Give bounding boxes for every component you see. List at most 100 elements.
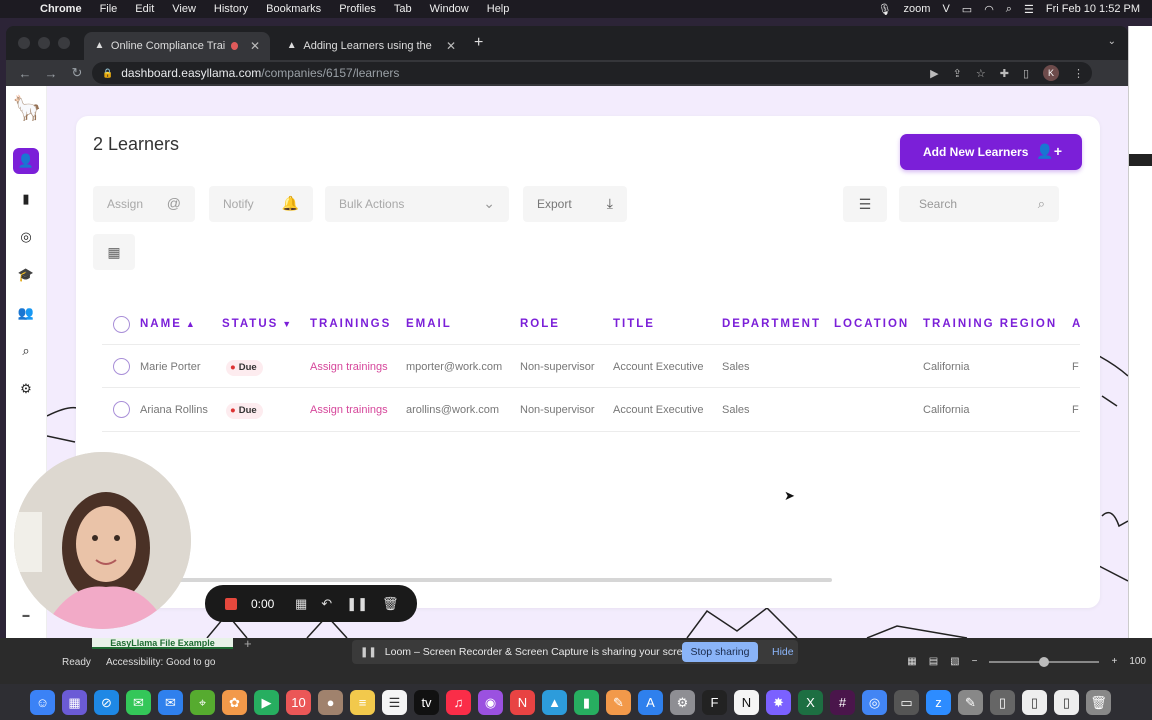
numbers-icon[interactable]: ▮ (574, 689, 599, 715)
reminders-icon[interactable]: ☰ (382, 689, 407, 715)
normal-view-icon[interactable]: ▦ (907, 656, 916, 667)
column-header-trainings[interactable]: TRAININGS (310, 306, 391, 342)
menu-file[interactable]: File (100, 3, 118, 15)
keynote-icon[interactable]: ▲ (542, 689, 567, 715)
microphone-icon[interactable]: 🎙 (878, 3, 892, 16)
mail-icon[interactable]: ✉ (158, 689, 183, 715)
preview-icon[interactable]: ▭ (894, 689, 919, 715)
column-header-title[interactable]: TITLE (613, 306, 655, 342)
messages-icon[interactable]: ✉ (126, 689, 151, 715)
tab-adding-learners[interactable]: ▲ Adding Learners using the File ✕ (276, 32, 466, 60)
zoom-app-icon[interactable]: z (926, 689, 951, 715)
assign-trainings-link[interactable]: Assign trainings (310, 345, 400, 389)
zoom-slider[interactable] (989, 656, 1100, 667)
menu-edit[interactable]: Edit (135, 3, 154, 15)
address-bar[interactable]: 🔒 dashboard.easyllama.com /companies/615… (92, 62, 1092, 84)
menu-tab[interactable]: Tab (394, 3, 412, 15)
column-header-overflow[interactable]: A (1072, 306, 1082, 342)
grid-icon[interactable]: ▦ (295, 596, 307, 612)
column-header-email[interactable]: EMAIL (406, 306, 452, 342)
sheet-tab[interactable]: EasyLlama File Example (92, 638, 233, 649)
select-all-checkbox[interactable] (113, 316, 130, 333)
menubar-clock[interactable]: Fri Feb 10 1:52 PM (1046, 3, 1140, 15)
close-window-button[interactable] (18, 37, 30, 49)
settings-gear-icon[interactable]: ⚙ (13, 376, 39, 402)
close-tab-icon[interactable]: ✕ (446, 39, 456, 53)
trash-icon[interactable]: 🗑 (1086, 689, 1111, 715)
assign-button[interactable]: Assign @ (93, 186, 195, 222)
music-icon[interactable]: ♫ (446, 689, 471, 715)
new-tab-icon[interactable]: + (474, 34, 483, 52)
system-settings-icon[interactable]: ⚙ (670, 689, 695, 715)
column-header-department[interactable]: DEPARTMENT (722, 306, 821, 342)
hide-share-bar-button[interactable]: Hide (772, 640, 794, 664)
search-icon[interactable]: ⌕ (1038, 196, 1045, 212)
zoom-level[interactable]: 100 (1129, 656, 1146, 667)
menu-help[interactable]: Help (487, 3, 510, 15)
close-tab-icon[interactable]: ✕ (250, 39, 260, 53)
minimize-window-button[interactable] (38, 37, 50, 49)
facetime-icon[interactable]: ▶ (254, 689, 279, 715)
pages-icon[interactable]: ✎ (606, 689, 631, 715)
share-icon[interactable]: ⇪ (953, 67, 962, 80)
notify-button[interactable]: Notify 🔔 (209, 186, 313, 222)
cell-name[interactable]: Ariana Rollins (140, 388, 218, 432)
column-header-role[interactable]: ROLE (520, 306, 560, 342)
figma-icon[interactable]: F (702, 689, 727, 715)
cell-name[interactable]: Marie Porter (140, 345, 218, 389)
column-header-name[interactable]: NAME ▲ (140, 306, 197, 342)
search-nav-icon[interactable]: ⌕ (13, 338, 39, 364)
finder-icon[interactable]: ☺ (30, 689, 55, 715)
bulk-actions-dropdown[interactable]: Bulk Actions ⌄ (325, 186, 509, 222)
pause-icon[interactable]: ❚❚ (346, 596, 368, 612)
delete-recording-icon[interactable]: 🗑 (382, 596, 399, 612)
reload-icon[interactable]: ↻ (64, 65, 90, 81)
column-header-training-region[interactable]: TRAINING REGION (923, 306, 1057, 342)
row-select-checkbox[interactable] (113, 358, 130, 375)
tab-search-chevron-icon[interactable]: ⌄ (1108, 36, 1116, 47)
recent-file-icon[interactable]: ▯ (990, 689, 1015, 715)
accessibility-status[interactable]: Accessibility: Good to go (106, 657, 216, 668)
search-input[interactable] (899, 186, 1019, 222)
app-store-icon[interactable]: A (638, 689, 663, 715)
reports-nav-icon[interactable]: ◎ (13, 224, 39, 250)
back-icon[interactable]: ← (12, 66, 38, 81)
safari-icon[interactable]: ⊘ (94, 689, 119, 715)
menu-bookmarks[interactable]: Bookmarks (266, 3, 321, 15)
vpn-icon[interactable]: V (942, 3, 949, 15)
camera-icon[interactable]: ▶ (930, 67, 938, 80)
photos-icon[interactable]: ✿ (222, 689, 247, 715)
document-icon[interactable]: ▯ (1022, 689, 1047, 715)
column-filter-button[interactable]: ☰ (843, 186, 887, 222)
zoom-status[interactable]: zoom (904, 3, 931, 15)
textedit-icon[interactable]: ✎ (958, 689, 983, 715)
bookmark-star-icon[interactable]: ☆ (976, 67, 986, 80)
excel-icon[interactable]: X (798, 689, 823, 715)
add-new-learners-button[interactable]: Add New Learners 👤+ (900, 134, 1082, 170)
menu-view[interactable]: View (172, 3, 196, 15)
calendar-icon[interactable]: 10 (286, 689, 311, 715)
stop-recording-button[interactable] (225, 597, 237, 610)
slack-icon[interactable]: # (830, 689, 855, 715)
side-panel-icon[interactable]: ▯ (1023, 67, 1029, 80)
loom-webcam-bubble[interactable] (14, 452, 191, 629)
profile-avatar[interactable]: K (1043, 65, 1059, 81)
assign-trainings-link[interactable]: Assign trainings (310, 388, 400, 432)
lock-icon[interactable]: 🔒 (102, 68, 113, 79)
page-layout-icon[interactable]: ▤ (929, 656, 938, 667)
launchpad-icon[interactable]: ▦ (62, 689, 87, 715)
row-select-checkbox[interactable] (113, 401, 130, 418)
battery-icon[interactable]: ▭ (962, 3, 972, 16)
export-button[interactable]: Export ⤓ (523, 186, 627, 222)
more-menu-icon[interactable]: ⋮ (1073, 67, 1084, 80)
loom-icon[interactable]: ✸ (766, 689, 791, 715)
restart-icon[interactable]: ↶ (321, 596, 332, 612)
maps-icon[interactable]: ⌖ (190, 689, 215, 715)
control-center-icon[interactable]: ☰ (1024, 3, 1034, 16)
forward-icon[interactable]: → (38, 66, 64, 81)
menu-profiles[interactable]: Profiles (339, 3, 376, 15)
table-row[interactable]: Ariana Rollins ● Due Assign trainings aro… (102, 388, 1080, 432)
table-horizontal-scrollbar[interactable] (136, 578, 832, 582)
add-sheet-icon[interactable]: + (244, 636, 252, 651)
zoom-in-icon[interactable]: + (1111, 656, 1117, 667)
